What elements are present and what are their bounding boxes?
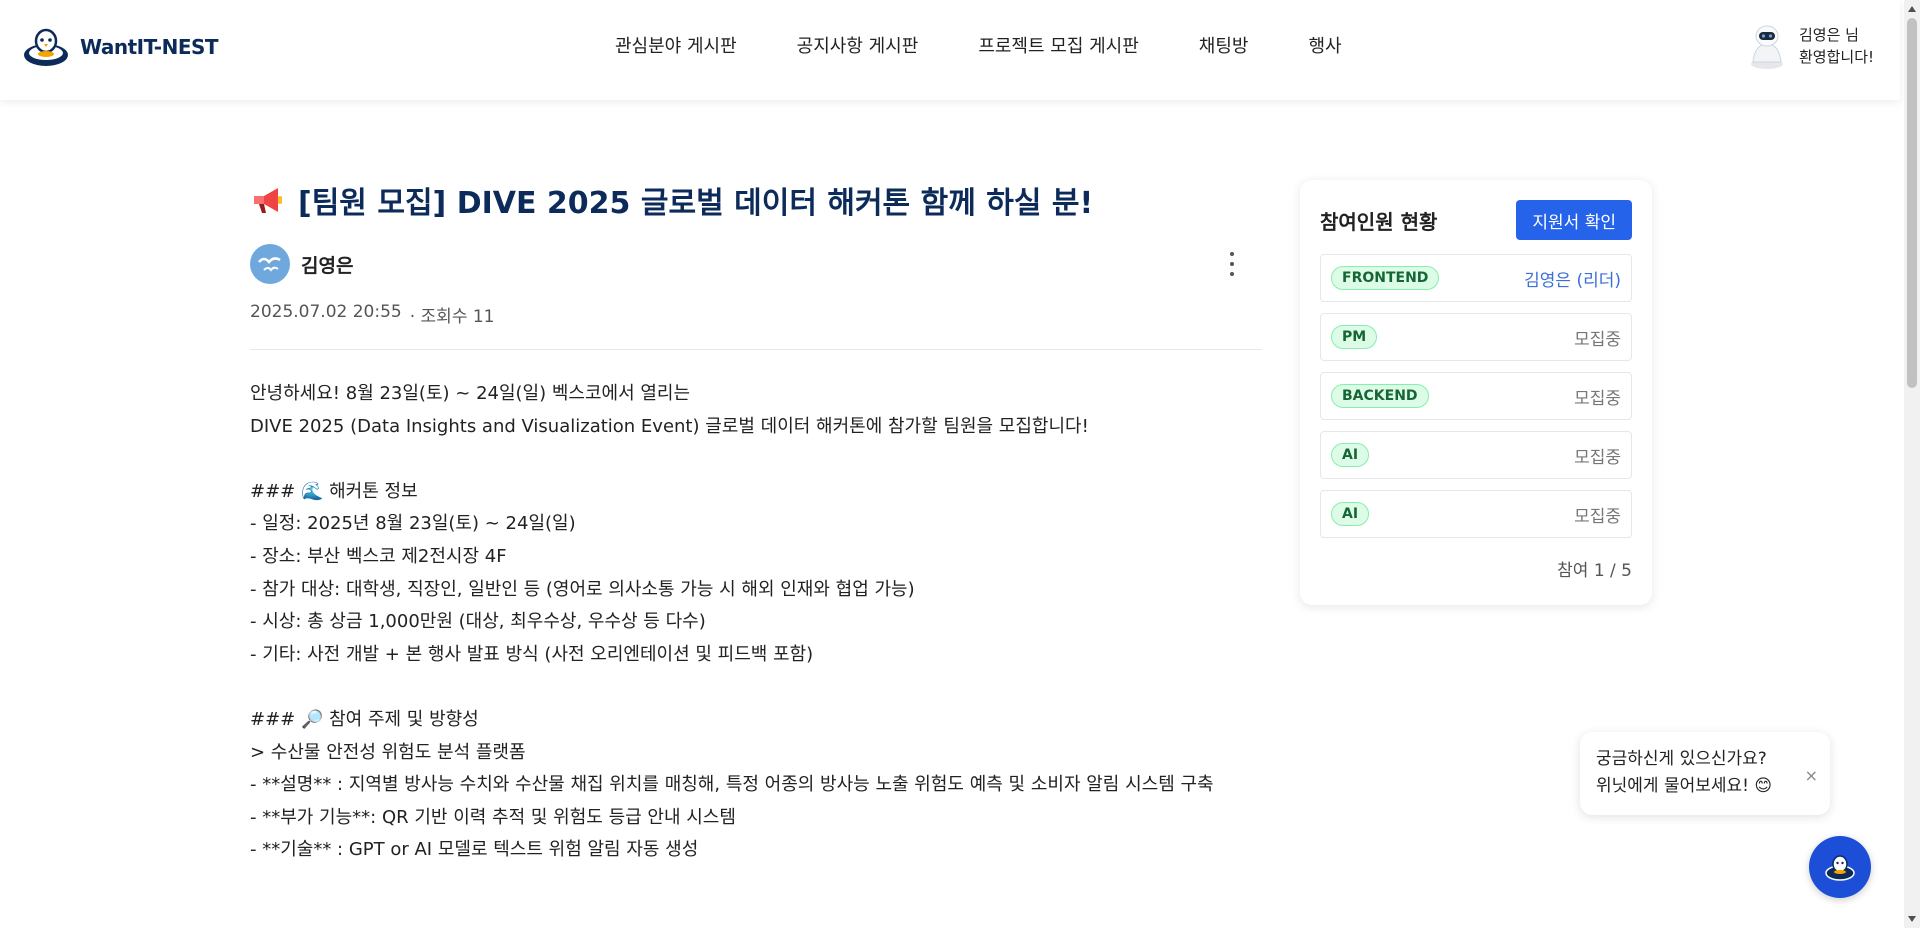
author-avatar[interactable] (250, 244, 290, 284)
scroll-up-icon[interactable] (1908, 6, 1916, 12)
role-slot[interactable]: BACKEND 모집중 (1320, 372, 1632, 420)
chatbot-tooltip-line1: 궁금하신게 있으신가요? (1596, 749, 1767, 769)
main-nav: 관심분야 게시판 공지사항 게시판 프로젝트 모집 게시판 채팅방 행사 (615, 0, 1342, 90)
role-slot-list: FRONTEND 김영은 (리더) PM 모집중 BACKEND 모집중 AI … (1320, 254, 1632, 538)
logo[interactable]: WantIT-NEST (22, 25, 219, 69)
post-meta: 2025.07.02 20:55 · 조회수 11 (250, 302, 1262, 327)
nav-project-recruit-board[interactable]: 프로젝트 모집 게시판 (978, 32, 1138, 58)
participants-card: 참여인원 현황 지원서 확인 FRONTEND 김영은 (리더) PM 모집중 … (1300, 180, 1652, 605)
body-line: DIVE 2025 (Data Insights and Visualizati… (250, 415, 1089, 437)
role-slot[interactable]: AI 모집중 (1320, 490, 1632, 538)
participants-title: 참여인원 현황 (1320, 209, 1438, 234)
megaphone-icon (254, 188, 282, 213)
slot-status: 모집중 (1574, 506, 1621, 527)
body-line: - **부가 기능**: QR 기반 이력 추적 및 위험도 등급 안내 시스템 (250, 806, 736, 828)
top-header: WantIT-NEST 관심분야 게시판 공지사항 게시판 프로젝트 모집 게시… (0, 0, 1900, 100)
role-slot[interactable]: PM 모집중 (1320, 313, 1632, 361)
slot-status: 모집중 (1574, 388, 1621, 409)
slot-member[interactable]: 김영은 (리더) (1524, 266, 1621, 291)
user-greeting-name: 김영은 님 (1799, 26, 1859, 44)
body-line: - **설명** : 지역별 방사능 수치와 수산물 채집 위치를 매칭해, 특… (250, 774, 1214, 796)
body-line: 안녕하세요! 8월 23일(토) ~ 24일(일) 벡스코에서 열리는 (250, 383, 691, 404)
body-line: - 참가 대상: 대학생, 직장인, 일반인 등 (영어로 의사소통 가능 시 … (250, 578, 915, 600)
body-line: - **기술** : GPT or AI 모델로 텍스트 위험 알림 자동 생성 (250, 839, 699, 861)
body-blank-line (250, 443, 1262, 476)
post-detail: [팀원 모집] DIVE 2025 글로벌 데이터 해커톤 함께 하실 분! 김… (250, 178, 1262, 867)
author-name[interactable]: 김영은 (301, 251, 353, 278)
more-options-icon[interactable] (1222, 252, 1242, 276)
scroll-thumb[interactable] (1907, 18, 1917, 388)
user-greeting-welcome: 환영합니다! (1799, 48, 1875, 66)
chatbot-tooltip: 궁금하신게 있으신가요? 위닛에게 물어보세요! 😊 × (1580, 732, 1830, 815)
slot-status: 모집중 (1574, 447, 1621, 468)
participant-count: 참여 1 / 5 (1557, 561, 1632, 581)
post-title: [팀원 모집] DIVE 2025 글로벌 데이터 해커톤 함께 하실 분! (298, 186, 1094, 221)
divider (250, 349, 1262, 350)
body-blank-line (250, 671, 1262, 704)
close-icon[interactable]: × (1805, 762, 1818, 789)
body-line: - 시상: 총 상금 1,000만원 (대상, 최우수상, 우수상 등 다수) (250, 611, 706, 633)
robot-avatar-icon (1751, 25, 1783, 69)
body-line: ### 🌊 해커톤 정보 (250, 480, 418, 502)
body-line: - 장소: 부산 벡스코 제2전시장 4F (250, 545, 507, 567)
post-title-row: [팀원 모집] DIVE 2025 글로벌 데이터 해커톤 함께 하실 분! (250, 178, 1262, 222)
scroll-down-icon[interactable] (1908, 916, 1916, 922)
role-tag: AI (1331, 502, 1370, 526)
author-row: 김영은 (250, 244, 1262, 284)
role-slot[interactable]: AI 모집중 (1320, 431, 1632, 479)
post-date: 2025.07.02 20:55 (250, 302, 402, 322)
role-slot[interactable]: FRONTEND 김영은 (리더) (1320, 254, 1632, 302)
nav-events[interactable]: 행사 (1308, 32, 1341, 58)
body-line: - 기타: 사전 개발 + 본 행사 발표 방식 (사전 오리엔테이션 및 피드… (250, 643, 814, 665)
bird-nest-chat-icon (1825, 855, 1855, 881)
logo-text: WantIT-NEST (80, 35, 219, 59)
user-profile[interactable]: 김영은 님 환영합니다! (1745, 22, 1874, 70)
role-tag: FRONTEND (1331, 266, 1440, 290)
slot-status: 모집중 (1574, 329, 1621, 350)
seagull-avatar-icon (258, 257, 281, 272)
page-scrollbar[interactable] (1904, 0, 1920, 928)
role-tag: AI (1331, 443, 1370, 467)
nav-chat-room[interactable]: 채팅방 (1199, 32, 1249, 58)
body-line: > 수산물 안전성 위험도 분석 플랫폼 (250, 741, 526, 763)
nav-notice-board[interactable]: 공지사항 게시판 (797, 32, 919, 58)
body-line: ### 🔎 참여 주제 및 방향성 (250, 708, 479, 730)
view-applications-button[interactable]: 지원서 확인 (1516, 200, 1632, 240)
bird-nest-logo-icon (24, 28, 68, 66)
body-line: - 일정: 2025년 8월 23일(토) ~ 24일(일) (250, 513, 576, 535)
role-tag: BACKEND (1331, 384, 1429, 408)
chatbot-button[interactable] (1809, 836, 1871, 898)
post-body: 안녕하세요! 8월 23일(토) ~ 24일(일) 벡스코에서 열리는 DIVE… (250, 378, 1262, 867)
chatbot-tooltip-line2: 위닛에게 물어보세요! 😊 (1596, 776, 1773, 796)
role-tag: PM (1331, 325, 1378, 349)
post-views: · 조회수 11 (409, 307, 495, 327)
nav-interest-board[interactable]: 관심분야 게시판 (615, 32, 737, 58)
